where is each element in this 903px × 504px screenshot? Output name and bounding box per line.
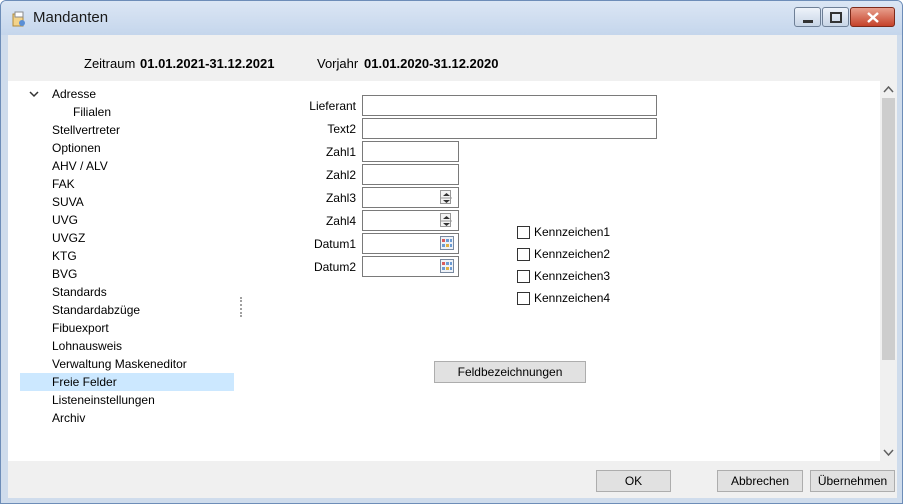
nav-item-fibuexport[interactable]: Fibuexport (20, 319, 234, 337)
calendar-icon[interactable] (440, 236, 454, 250)
nav-item-archiv[interactable]: Archiv (20, 409, 234, 427)
minimize-button[interactable] (794, 7, 821, 27)
scrollbar-thumb[interactable] (882, 98, 895, 360)
zahl1-field[interactable] (362, 141, 459, 162)
ok-button[interactable]: OK (596, 470, 671, 492)
nav-item-label: AHV / ALV (52, 159, 108, 173)
checkbox-label: Kennzeichen4 (534, 291, 611, 305)
nav-item-label: Standardabzüge (52, 303, 141, 317)
calendar-icon[interactable] (440, 259, 454, 273)
zeitraum-label: Zeitraum (84, 56, 136, 71)
nav-item-uvgz[interactable]: UVGZ (20, 229, 234, 247)
checkbox-label: Kennzeichen2 (534, 247, 611, 261)
nav-item-label: Stellvertreter (52, 123, 121, 137)
vertical-scrollbar[interactable] (880, 81, 897, 461)
nav-item-label: UVGZ (52, 231, 86, 245)
vorjahr-label: Vorjahr (317, 56, 359, 71)
nav-item-label: SUVA (52, 195, 84, 209)
nav-item-label: Freie Felder (52, 375, 117, 389)
close-icon (867, 12, 879, 23)
mandanten-window: Mandanten Zeitraum 01.01.2021-31.12.2021… (0, 0, 903, 504)
nav-item-bvg[interactable]: BVG (20, 265, 234, 283)
maximize-button[interactable] (822, 7, 849, 27)
period-bar: Zeitraum 01.01.2021-31.12.2021 Vorjahr 0… (8, 35, 897, 81)
close-button[interactable] (850, 7, 895, 27)
zahl3-spinner[interactable] (440, 190, 452, 204)
nav-item-adresse[interactable]: Adresse (20, 85, 234, 103)
apply-button[interactable]: Übernehmen (810, 470, 895, 492)
datum1-label: Datum1 (313, 237, 356, 251)
scroll-down-icon[interactable] (880, 444, 897, 461)
nav-item-stellvertreter[interactable]: Stellvertreter (20, 121, 234, 139)
nav-item-lohnausweis[interactable]: Lohnausweis (20, 337, 234, 355)
nav-item-label: Optionen (52, 141, 101, 155)
nav-item-ktg[interactable]: KTG (20, 247, 234, 265)
nav-item-label: Adresse (52, 87, 97, 101)
nav-item-verwaltung-maskeneditor[interactable]: Verwaltung Maskeneditor (20, 355, 234, 373)
navigation-tree: Adresse Filialen Stellvertreter Optionen… (20, 81, 234, 461)
maximize-icon (830, 12, 842, 23)
nav-item-label: KTG (52, 249, 77, 263)
nav-item-label: Archiv (52, 411, 86, 425)
lieferant-field[interactable] (362, 95, 657, 116)
nav-item-uvg[interactable]: UVG (20, 211, 234, 229)
zahl2-label: Zahl2 (325, 168, 356, 182)
nav-item-suva[interactable]: SUVA (20, 193, 234, 211)
zahl4-label: Zahl4 (325, 214, 356, 228)
text2-label: Text2 (327, 122, 356, 136)
freie-felder-panel: Lieferant Text2 Zahl1 Zahl2 Zahl3 Zahl4 … (242, 81, 887, 461)
nav-item-label: UVG (52, 213, 79, 227)
checkbox-box[interactable] (517, 270, 530, 283)
zahl2-field[interactable] (362, 164, 459, 185)
checkbox-box[interactable] (517, 292, 530, 305)
nav-item-label: Standards (52, 285, 107, 299)
vorjahr-value: 01.01.2020-31.12.2020 (364, 56, 499, 71)
scroll-up-icon[interactable] (880, 81, 897, 98)
nav-item-label: Verwaltung Maskeneditor (52, 357, 187, 371)
spin-up-down-icon (441, 193, 452, 203)
nav-item-ahv-alv[interactable]: AHV / ALV (20, 157, 234, 175)
spin-up-down-icon (441, 216, 452, 226)
nav-item-listeneinstellungen[interactable]: Listeneinstellungen (20, 391, 234, 409)
zahl1-label: Zahl1 (325, 145, 356, 159)
zahl3-label: Zahl3 (325, 191, 356, 205)
checkbox-label: Kennzeichen1 (534, 225, 611, 239)
nav-item-label: Fibuexport (52, 321, 109, 335)
zahl4-spinner[interactable] (440, 213, 452, 227)
nav-item-label: Listeneinstellungen (52, 393, 155, 407)
nav-item-fak[interactable]: FAK (20, 175, 234, 193)
feldbezeichnungen-button[interactable]: Feldbezeichnungen (434, 361, 586, 383)
nav-item-freie-felder[interactable]: Freie Felder (20, 373, 234, 391)
nav-item-standards[interactable]: Standards (20, 283, 234, 301)
chevron-down-icon[interactable] (29, 89, 39, 99)
window-title: Mandanten (33, 9, 109, 26)
checkbox-label: Kennzeichen3 (534, 269, 611, 283)
app-icon (12, 11, 25, 27)
button-bar: OK Abbrechen Übernehmen (8, 461, 897, 498)
text2-field[interactable] (362, 118, 657, 139)
zeitraum-value: 01.01.2021-31.12.2021 (140, 56, 275, 71)
nav-item-label: FAK (52, 177, 75, 191)
title-bar[interactable]: Mandanten (1, 1, 902, 35)
nav-item-label: BVG (52, 267, 78, 281)
dialog-client: Zeitraum 01.01.2021-31.12.2021 Vorjahr 0… (8, 35, 897, 498)
minimize-icon (803, 20, 813, 23)
cancel-button[interactable]: Abbrechen (717, 470, 803, 492)
nav-item-label: Lohnausweis (52, 339, 123, 353)
nav-item-optionen[interactable]: Optionen (20, 139, 234, 157)
datum2-label: Datum2 (313, 260, 356, 274)
nav-item-standardabzuege[interactable]: Standardabzüge (20, 301, 234, 319)
checkbox-box[interactable] (517, 226, 530, 239)
lieferant-label: Lieferant (309, 99, 356, 113)
checkbox-box[interactable] (517, 248, 530, 261)
nav-item-filialen[interactable]: Filialen (20, 103, 234, 121)
nav-item-label: Filialen (73, 105, 112, 119)
